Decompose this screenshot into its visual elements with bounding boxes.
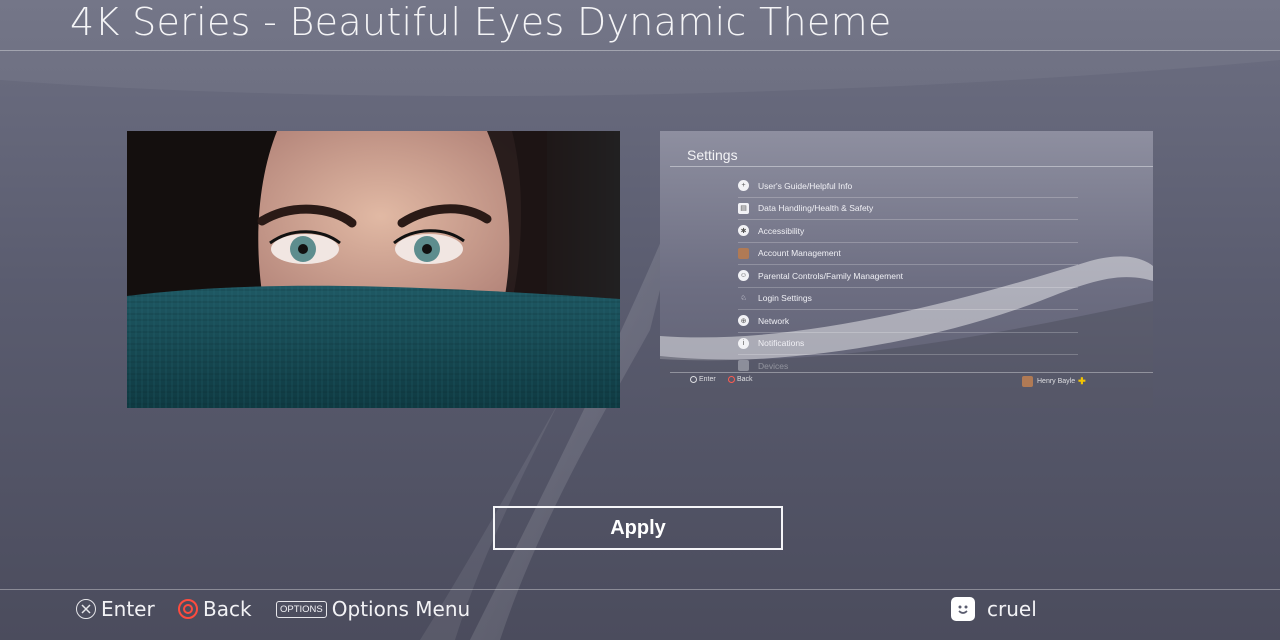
list-item: ☺ Parental Controls/Family Management <box>738 265 1078 288</box>
cross-button-icon <box>690 376 697 383</box>
settings-preview-back-label: Back <box>737 376 753 383</box>
list-item-label: Parental Controls/Family Management <box>758 270 904 281</box>
list-item-label: Accessibility <box>758 225 805 236</box>
options-hint: OPTIONS Options Menu <box>276 596 470 622</box>
list-item: ⊕ Network <box>738 310 1078 333</box>
list-item-label: Account Management <box>758 248 841 259</box>
header-divider <box>0 50 1280 51</box>
list-item: ▤ Data Handling/Health & Safety <box>738 198 1078 220</box>
settings-preview-footer-divider <box>670 372 1153 373</box>
list-item-label: Devices <box>758 360 789 371</box>
account-avatar-icon <box>738 247 749 259</box>
help-plus-icon: + <box>738 180 749 192</box>
globe-icon: ⊕ <box>738 315 749 327</box>
enter-hint: Enter <box>76 596 155 622</box>
page-title: 4K Series - Beautiful Eyes Dynamic Theme <box>70 0 892 44</box>
settings-preview-user: Henry Bayle ✚ <box>1022 376 1086 387</box>
devices-icon <box>738 360 749 372</box>
data-handling-icon: ▤ <box>738 202 749 214</box>
back-label: Back <box>203 597 252 621</box>
list-item: i Notifications <box>738 333 1078 355</box>
settings-preview-title: Settings <box>687 147 738 163</box>
list-item: Account Management <box>738 243 1078 265</box>
list-item: + User's Guide/Helpful Info <box>738 175 1078 198</box>
theme-settings-preview: Settings + User's Guide/Helpful Info ▤ D… <box>660 131 1153 408</box>
enter-label: Enter <box>101 597 155 621</box>
list-item-label: Data Handling/Health & Safety <box>758 203 874 214</box>
ps-plus-icon: ✚ <box>1078 376 1086 386</box>
circle-button-icon <box>728 376 735 383</box>
accessibility-icon: ✱ <box>738 225 749 237</box>
settings-preview-enter-hint: Enter <box>690 376 716 383</box>
settings-preview-user-name: Henry Bayle <box>1037 378 1076 385</box>
eyes-photo <box>127 131 620 408</box>
footer-divider <box>0 589 1280 590</box>
circle-button-icon <box>178 599 198 619</box>
back-hint: Back <box>178 596 252 622</box>
user-name: cruel <box>987 597 1037 621</box>
cross-button-icon <box>76 599 96 619</box>
user-indicator: cruel <box>951 596 1037 622</box>
login-icon: ♘ <box>740 295 747 303</box>
list-item-label: User's Guide/Helpful Info <box>758 180 853 191</box>
list-item: ✱ Accessibility <box>738 220 1078 243</box>
apply-button[interactable]: Apply <box>493 506 783 550</box>
settings-preview-enter-label: Enter <box>699 376 716 383</box>
list-item-label: Network <box>758 315 790 326</box>
info-icon: i <box>738 337 749 349</box>
avatar <box>1022 376 1033 387</box>
settings-preview-list: + User's Guide/Helpful Info ▤ Data Handl… <box>738 175 1078 378</box>
options-menu-label: Options Menu <box>331 597 471 621</box>
parental-controls-icon: ☺ <box>738 270 749 282</box>
theme-photo-preview <box>127 131 620 408</box>
settings-preview-back-hint: Back <box>728 376 753 383</box>
options-button-icon: OPTIONS <box>276 600 327 618</box>
smiley-user-icon <box>951 597 975 621</box>
list-item: Devices <box>738 355 1078 378</box>
list-item: ♘ Login Settings <box>738 288 1078 310</box>
settings-preview-divider <box>670 166 1153 167</box>
list-item-label: Notifications <box>758 338 805 349</box>
list-item-label: Login Settings <box>758 293 812 304</box>
